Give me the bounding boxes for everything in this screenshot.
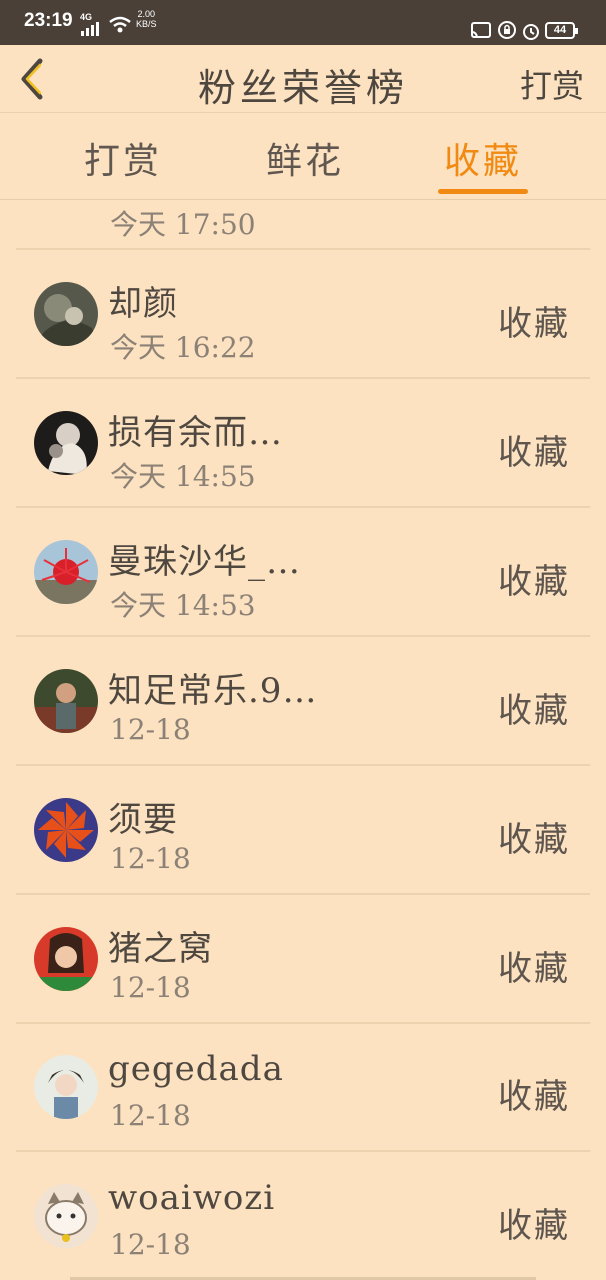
top-nav-bar: 粉丝荣誉榜 打赏 — [0, 45, 606, 113]
avatar — [34, 669, 98, 733]
cast-icon — [471, 22, 491, 38]
tab-bar: 打赏 鲜花 收藏 — [0, 114, 606, 200]
list-item-name: 却颜 — [108, 284, 178, 324]
list-item-time: 今天 14:53 — [110, 589, 256, 622]
list-item[interactable]: 今天 17:50 — [0, 201, 606, 250]
fan-list[interactable]: 今天 17:50 却颜 今天 16:22 收藏 损有余而… 今天 14:55 收… — [0, 201, 606, 1280]
list-item-name: 损有余而… — [108, 413, 283, 453]
list-item-action: 收藏 — [498, 949, 570, 989]
network-speed: 2.00 KB/S — [136, 9, 157, 29]
reward-button[interactable]: 打赏 — [520, 61, 584, 107]
back-button[interactable] — [14, 55, 54, 103]
signal-icon — [81, 22, 99, 36]
list-item-time: 今天 16:22 — [110, 331, 256, 364]
list-item-action: 收藏 — [498, 304, 570, 344]
wifi-icon — [109, 16, 131, 33]
tab-favorites[interactable]: 收藏 — [438, 132, 528, 194]
list-item-action: 收藏 — [498, 433, 570, 473]
list-item-time: 12-18 — [110, 971, 191, 1004]
list-item[interactable]: 猪之窝 12-18 收藏 — [0, 895, 606, 1024]
list-item-time: 12-18 — [110, 713, 191, 746]
status-bar: 23:19 4G 2.00 KB/S 44 — [0, 0, 606, 45]
list-item[interactable]: 知足常乐.9… 12-18 收藏 — [0, 637, 606, 766]
list-item[interactable]: 曼珠沙华_… 今天 14:53 收藏 — [0, 508, 606, 637]
list-item-action: 收藏 — [498, 820, 570, 860]
list-item-name: 猪之窝 — [108, 929, 213, 969]
network-type: 4G — [80, 12, 93, 22]
avatar — [34, 540, 98, 604]
list-item-name: 须要 — [108, 800, 178, 840]
battery-indicator: 44 — [545, 22, 578, 39]
list-item-action: 收藏 — [498, 562, 570, 602]
list-item-time: 12-18 — [110, 842, 191, 875]
page-title: 粉丝荣誉榜 — [197, 66, 408, 110]
avatar — [34, 282, 98, 346]
list-item[interactable]: 须要 12-18 收藏 — [0, 766, 606, 895]
list-item-time: 12-18 — [110, 1099, 191, 1132]
list-item-time: 今天 14:55 — [110, 460, 256, 493]
alarm-icon — [523, 24, 539, 40]
tab-flowers[interactable]: 鲜花 — [260, 132, 350, 192]
avatar — [34, 1184, 98, 1248]
list-item-time: 今天 17:50 — [110, 208, 256, 241]
list-item[interactable]: woaiwozi 12-18 收藏 — [0, 1152, 606, 1280]
avatar — [34, 1055, 98, 1119]
list-item[interactable]: gegedada 12-18 收藏 — [0, 1023, 606, 1152]
active-tab-indicator — [438, 189, 528, 194]
list-item-time: 12-18 — [110, 1228, 191, 1261]
list-item-name: woaiwozi — [108, 1178, 276, 1218]
tab-reward[interactable]: 打赏 — [78, 132, 168, 192]
list-item-action: 收藏 — [498, 1206, 570, 1246]
lock-icon — [498, 21, 516, 39]
list-item-action: 收藏 — [498, 1077, 570, 1117]
avatar — [34, 798, 98, 862]
list-item-name: gegedada — [108, 1049, 284, 1089]
list-item-name: 知足常乐.9… — [108, 671, 318, 711]
status-time: 23:19 — [24, 10, 73, 31]
avatar — [34, 927, 98, 991]
list-item[interactable]: 却颜 今天 16:22 收藏 — [0, 250, 606, 379]
list-item[interactable]: 损有余而… 今天 14:55 收藏 — [0, 379, 606, 508]
avatar — [34, 411, 98, 475]
list-item-action: 收藏 — [498, 691, 570, 731]
list-item-name: 曼珠沙华_… — [108, 542, 301, 582]
chevron-left-icon — [21, 58, 43, 100]
